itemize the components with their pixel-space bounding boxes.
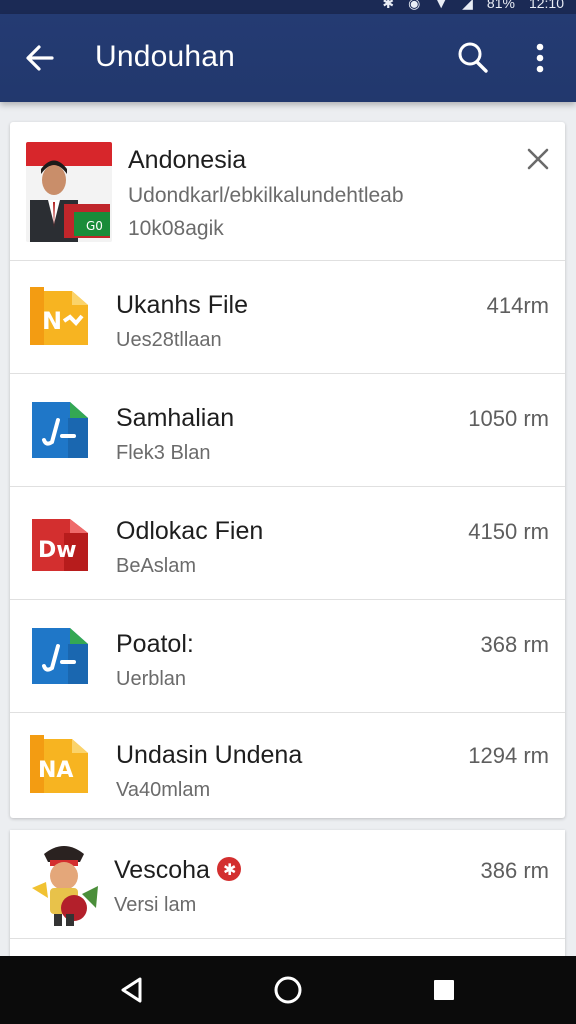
blue-file-icon: [32, 628, 88, 684]
red-file-icon: Dw: [32, 519, 88, 571]
blue-file-icon: [32, 402, 88, 458]
file-subtitle: Uerblan: [116, 668, 187, 690]
triangle-back-icon: [121, 977, 142, 1003]
downloads-card: G0 Andonesia Udondkarl/ebkilkalundehtlea…: [10, 122, 565, 818]
bluetooth-icon: ✱: [382, 0, 395, 11]
clock: 12:10: [528, 0, 564, 11]
file-size: 4150 rm: [468, 519, 549, 544]
file-subtitle: BeAslam: [116, 555, 197, 577]
file-name: Ukanhs File: [116, 291, 248, 319]
more-vert-icon: [536, 43, 544, 73]
cancel-download-button[interactable]: [523, 144, 553, 174]
download-item[interactable]: Vescoha ✱ Versi lam 386 rm: [10, 830, 565, 939]
arrow-back-icon: [26, 45, 54, 71]
download-path: Udondkarl/ebkilkalundehtleab: [128, 184, 404, 207]
file-size: 368 rm: [480, 632, 549, 657]
status-bar: ✱ ◉ ▼ ◢ 81% 12:10: [0, 0, 576, 14]
active-download-item[interactable]: G0 Andonesia Udondkarl/ebkilkalundehtlea…: [10, 122, 565, 261]
close-icon: [527, 148, 549, 170]
extra-download-card: Vescoha ✱ Versi lam 386 rm: [10, 830, 565, 960]
file-subtitle: Ues28tllaan: [116, 329, 222, 351]
download-item[interactable]: Poatol: Uerblan 368 rm: [10, 600, 565, 713]
system-nav-bar: [0, 956, 576, 1024]
circle-home-icon: [274, 976, 302, 1004]
page-title: Undouhan: [95, 40, 236, 73]
file-subtitle: Va40mlam: [116, 779, 211, 801]
square-recents-icon: [434, 980, 454, 1000]
file-name: Samhalian: [116, 404, 235, 432]
nav-back-button[interactable]: [116, 974, 148, 1006]
red-badge-icon: ✱: [217, 857, 241, 881]
file-size: 1050 rm: [468, 406, 549, 431]
file-name: Poatol:: [116, 630, 194, 658]
character-thumbnail: [24, 838, 104, 930]
file-size: 414rm: [486, 293, 549, 318]
nav-recents-button[interactable]: [428, 974, 460, 1006]
yellow-file-icon: N: [30, 287, 88, 345]
back-button[interactable]: [22, 40, 58, 76]
nav-home-button[interactable]: [272, 974, 304, 1006]
file-name: Vescoha: [114, 856, 210, 884]
download-progress-text: 10k08agik: [128, 217, 224, 240]
svg-text:N: N: [42, 307, 62, 335]
file-subtitle: Flek3 Blan: [116, 442, 211, 464]
file-size: 386 rm: [480, 858, 549, 883]
download-item[interactable]: N Ukanhs File Ues28tllaan 414rm: [10, 261, 565, 374]
file-name: Odlokac Fien: [116, 517, 264, 545]
file-subtitle: Versi lam: [114, 894, 197, 916]
download-item[interactable]: Samhalian Flek3 Blan 1050 rm: [10, 374, 565, 487]
svg-text:G0: G0: [86, 219, 103, 233]
search-button[interactable]: [455, 40, 491, 76]
search-icon: [458, 42, 488, 73]
wifi-icon: ▼: [434, 0, 449, 11]
app-bar: Undouhan: [0, 14, 576, 102]
download-thumbnail: G0: [26, 142, 112, 242]
yellow-file-icon: NA: [30, 735, 88, 793]
file-name: Undasin Undena: [116, 741, 303, 769]
battery-text: 81%: [486, 0, 515, 11]
svg-text:Dw: Dw: [38, 538, 77, 563]
alarm-icon: ◉: [408, 0, 421, 11]
file-size: 1294 rm: [468, 743, 549, 768]
more-options-button[interactable]: [524, 40, 556, 76]
signal-icon: ◢: [462, 0, 473, 11]
svg-text:NA: NA: [38, 758, 73, 783]
download-item[interactable]: Dw Odlokac Fien BeAslam 4150 rm: [10, 487, 565, 600]
svg-text:✱: ✱: [223, 860, 236, 879]
download-item[interactable]: NA Undasin Undena Va40mlam 1294 rm: [10, 713, 565, 818]
download-title: Andonesia: [128, 146, 247, 174]
